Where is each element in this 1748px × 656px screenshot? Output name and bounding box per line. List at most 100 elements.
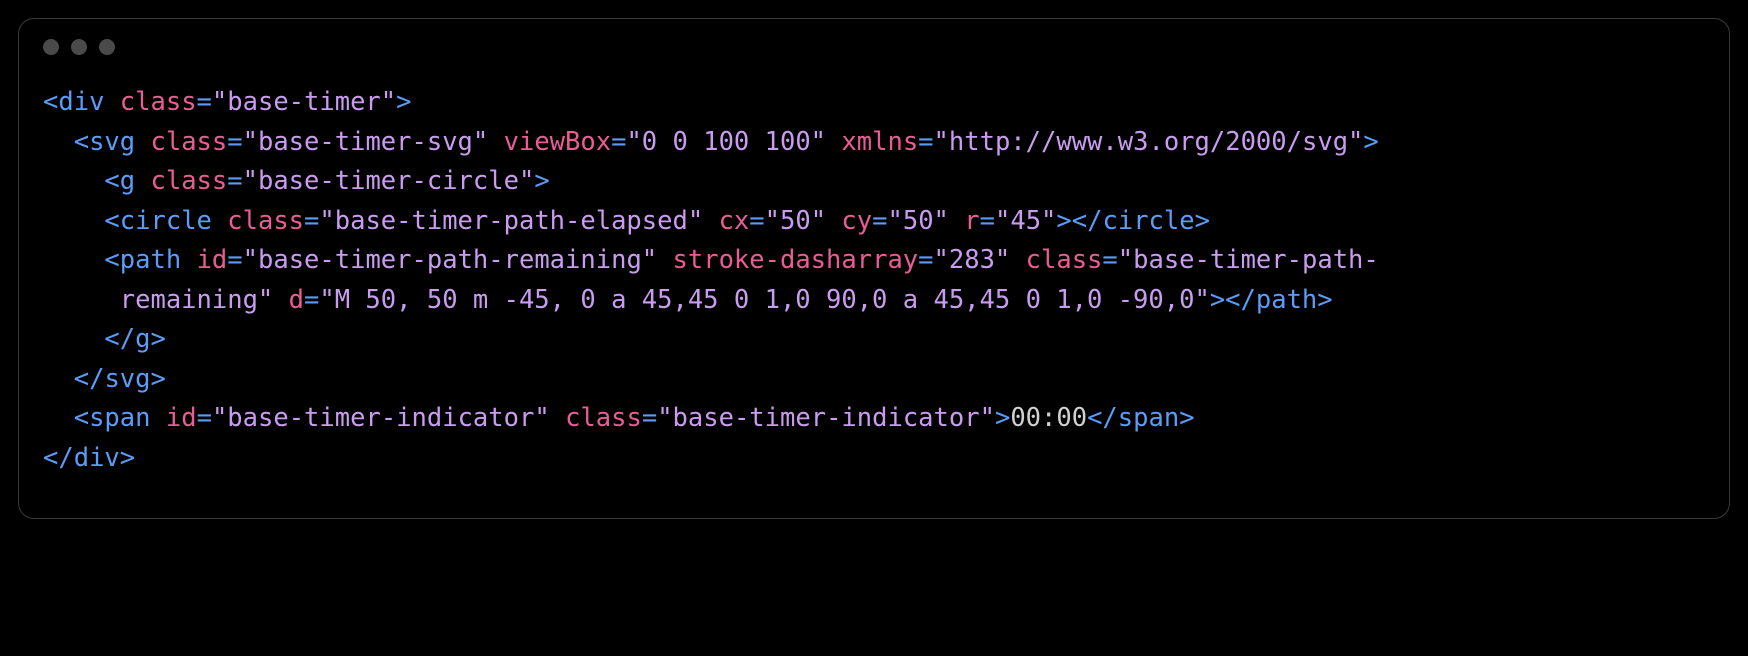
code-token: viewBox (504, 127, 611, 157)
code-token: svg (104, 364, 150, 394)
code-token (826, 206, 841, 236)
code-token: "50" (765, 206, 826, 236)
code-token (949, 206, 964, 236)
code-token: > (396, 87, 411, 117)
code-token: "base-timer-svg" (243, 127, 489, 157)
code-token: circle (120, 206, 212, 236)
code-token: class (565, 403, 642, 433)
window-controls (19, 19, 1729, 63)
code-token: stroke-dasharray (673, 245, 919, 275)
code-token: = (872, 206, 887, 236)
code-token: "base-timer-indicator" (212, 403, 550, 433)
code-token: span (1118, 403, 1179, 433)
code-token (43, 364, 74, 394)
code-token (657, 245, 672, 275)
code-token (43, 206, 104, 236)
code-token: = (304, 285, 319, 315)
code-token: < (104, 166, 119, 196)
code-token: ></ (1056, 206, 1102, 236)
code-token (43, 324, 104, 354)
code-token: r (964, 206, 979, 236)
code-token: < (43, 87, 58, 117)
code-token: div (74, 443, 120, 473)
code-token: = (227, 166, 242, 196)
code-token: "45" (995, 206, 1056, 236)
code-token: < (74, 127, 89, 157)
code-token: cy (841, 206, 872, 236)
code-token: class (227, 206, 304, 236)
code-token: < (74, 403, 89, 433)
code-token (181, 245, 196, 275)
code-token: = (1102, 245, 1117, 275)
window-dot (71, 39, 87, 55)
code-token: "base-timer-path- (1118, 245, 1379, 275)
code-token: cx (719, 206, 750, 236)
code-token (550, 403, 565, 433)
code-token: = (227, 245, 242, 275)
code-token: = (197, 403, 212, 433)
code-token: "http://www.w3.org/2000/svg" (934, 127, 1364, 157)
code-token: = (749, 206, 764, 236)
code-token: "50" (888, 206, 949, 236)
code-token: circle (1102, 206, 1194, 236)
code-token: "base-timer-circle" (243, 166, 535, 196)
code-token: </ (43, 443, 74, 473)
code-token (43, 403, 74, 433)
code-token: "0 0 100 100" (626, 127, 826, 157)
code-token (43, 245, 104, 275)
code-token: "base-timer-indicator" (657, 403, 995, 433)
code-token: "base-timer-path-elapsed" (319, 206, 703, 236)
code-token: g (135, 324, 150, 354)
code-token: "base-timer" (212, 87, 396, 117)
code-token: > (1179, 403, 1194, 433)
code-token: > (1195, 206, 1210, 236)
code-token: 00:00 (1010, 403, 1087, 433)
code-token: span (89, 403, 150, 433)
code-token: = (918, 245, 933, 275)
code-token: = (227, 127, 242, 157)
code-token: id (166, 403, 197, 433)
code-token: xmlns (841, 127, 918, 157)
code-token (43, 166, 104, 196)
code-token: class (120, 87, 197, 117)
code-token (273, 285, 288, 315)
code-token (43, 127, 74, 157)
code-token: "base-timer-path-remaining" (243, 245, 658, 275)
code-token (212, 206, 227, 236)
code-token: < (104, 245, 119, 275)
code-token: = (197, 87, 212, 117)
code-token: d (289, 285, 304, 315)
code-token: > (1317, 285, 1332, 315)
code-token (488, 127, 503, 157)
code-token: > (151, 364, 166, 394)
code-token (135, 127, 150, 157)
code-token: path (1256, 285, 1317, 315)
code-token: = (980, 206, 995, 236)
code-token: > (120, 443, 135, 473)
code-token: path (120, 245, 181, 275)
code-token: = (611, 127, 626, 157)
code-window: <div class="base-timer"> <svg class="bas… (18, 18, 1730, 519)
code-token: "283" (934, 245, 1011, 275)
code-token: class (151, 127, 228, 157)
code-token: > (995, 403, 1010, 433)
code-token (135, 166, 150, 196)
code-token: svg (89, 127, 135, 157)
code-token (826, 127, 841, 157)
code-token: = (642, 403, 657, 433)
code-token (703, 206, 718, 236)
code-token (1010, 245, 1025, 275)
code-token: id (197, 245, 228, 275)
code-content: <div class="base-timer"> <svg class="bas… (19, 63, 1729, 518)
code-token: </ (104, 324, 135, 354)
code-token: ></ (1210, 285, 1256, 315)
code-token: > (534, 166, 549, 196)
window-dot (43, 39, 59, 55)
code-token: </ (74, 364, 105, 394)
code-token: < (104, 206, 119, 236)
code-token: = (304, 206, 319, 236)
code-token: remaining" (43, 285, 273, 315)
code-token: class (151, 166, 228, 196)
code-token (104, 87, 119, 117)
code-token: > (1363, 127, 1378, 157)
